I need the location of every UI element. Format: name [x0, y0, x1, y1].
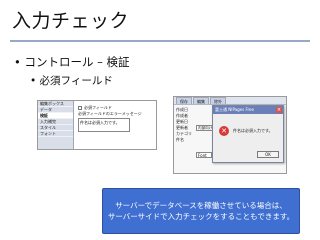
callout-line-1: サーバーでデータベースを稼働させている場合は、	[115, 201, 287, 210]
server-side-validation-callout: サーバーでデータベースを稼働させている場合は、 サーバーサイドで入力チェックをす…	[102, 188, 300, 234]
tab-edit[interactable]: 編集	[193, 97, 209, 104]
font-field[interactable]: Font	[196, 152, 212, 158]
bullet-controls-validation: • コントロール – 検証	[14, 55, 130, 69]
tab-save[interactable]: 保存	[176, 97, 192, 104]
required-checkbox[interactable]	[78, 106, 82, 110]
property-panel-screenshot: 編集ボックス データ 検証 入力補完 スタイル フォント 必須フィールド 必須フ…	[37, 100, 157, 150]
menu-item-font[interactable]: フォント	[38, 131, 73, 137]
close-icon[interactable]: ×	[276, 107, 282, 113]
required-field-label: 必須フィールド	[84, 105, 112, 110]
title-underline	[10, 40, 310, 42]
bullet-required-field: • 必須フィールド	[30, 75, 113, 87]
dialog-message: 件名は必須入力です。	[233, 128, 273, 133]
tab-exclude[interactable]: 除外	[210, 97, 226, 104]
error-icon: ✕	[219, 126, 229, 136]
field-label-subject: 件名	[176, 137, 184, 142]
dialog-titlebar: 富士通 NIPages Free ×	[213, 106, 283, 114]
form-tab-bar: 保存 編集 除外	[174, 97, 286, 105]
callout-line-2: サーバーサイドで入力チェックをすることもできます。	[107, 212, 295, 221]
form-window-screenshot: 保存 編集 除外 作成日 作成者 更新日 更新者 カテゴリ 件名 内部向け Fo…	[173, 96, 287, 174]
dialog-title: 富士通 NIPages Free	[215, 107, 254, 112]
ok-button[interactable]: OK	[257, 151, 279, 158]
required-message-label: 必須フィールドのエラーメッセージ	[78, 111, 142, 116]
property-side-menu: 編集ボックス データ 検証 入力補完 スタイル フォント	[38, 101, 74, 149]
error-dialog: 富士通 NIPages Free × ✕ 件名は必須入力です。 OK	[212, 105, 284, 163]
property-settings-area: 必須フィールド 必須フィールドのエラーメッセージ 件名は必須入力です。	[78, 105, 156, 149]
required-message-input[interactable]: 件名は必須入力です。	[78, 118, 130, 132]
slide-title: 入力チェック	[12, 10, 130, 32]
